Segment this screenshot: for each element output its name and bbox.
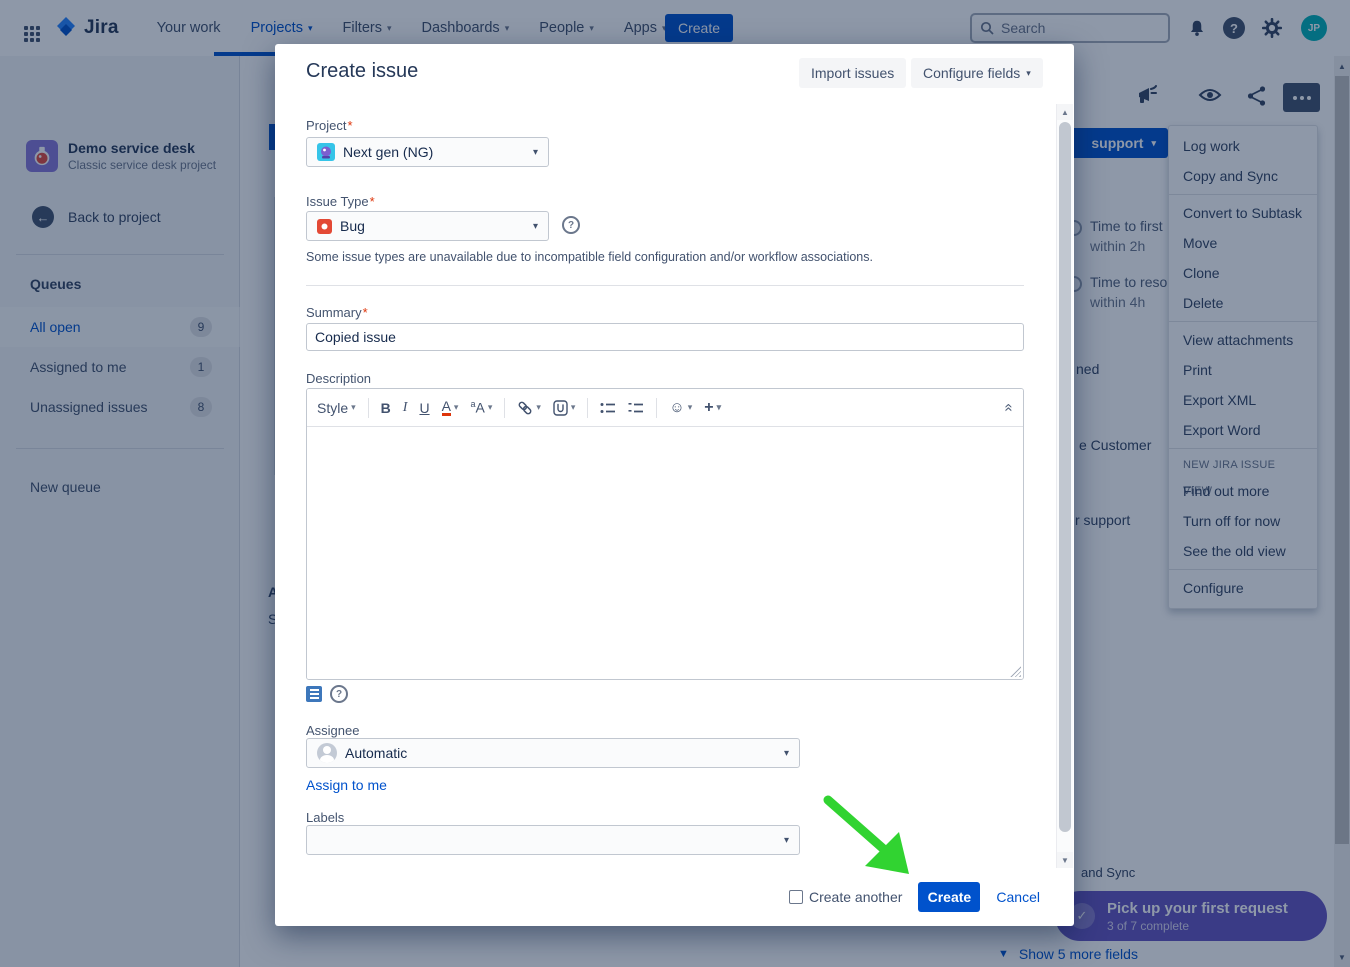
editor-toolbar: Style▾ B I U A▾ aA▾ ▾ ▾ bbox=[307, 389, 1023, 427]
dialog-scrollbar[interactable]: ▲ ▼ bbox=[1056, 104, 1073, 868]
description-help-icon[interactable]: ? bbox=[330, 685, 348, 703]
required-asterisk: * bbox=[347, 118, 352, 133]
assignee-select[interactable]: Automatic ▾ bbox=[306, 738, 800, 768]
chevron-down-icon: ▾ bbox=[784, 748, 789, 759]
project-avatar-icon bbox=[317, 143, 335, 161]
issue-type-field-label: Issue Type* bbox=[306, 194, 375, 209]
cancel-link[interactable]: Cancel bbox=[996, 889, 1040, 905]
assignee-avatar-icon bbox=[317, 743, 337, 763]
bug-icon bbox=[317, 219, 332, 234]
emoji-button[interactable]: ☺▾ bbox=[669, 399, 692, 416]
text-color-button[interactable]: A▾ bbox=[442, 399, 459, 416]
underline-button[interactable]: U bbox=[419, 400, 429, 416]
dialog-title: Create issue bbox=[306, 60, 418, 83]
description-editor: Style▾ B I U A▾ aA▾ ▾ ▾ bbox=[306, 388, 1024, 680]
assign-to-me-link[interactable]: Assign to me bbox=[306, 777, 387, 793]
scrollbar-thumb[interactable] bbox=[1059, 122, 1071, 832]
assignee-field-label: Assignee bbox=[306, 723, 359, 738]
jira-app: Jira Your work Projects▾ Filters▾ Dashbo… bbox=[0, 0, 1350, 967]
configure-fields-button[interactable]: Configure fields▾ bbox=[911, 58, 1043, 88]
issue-type-note: Some issue types are unavailable due to … bbox=[306, 250, 873, 264]
italic-button[interactable]: I bbox=[403, 400, 408, 416]
summary-field-label: Summary* bbox=[306, 305, 368, 320]
issue-type-select[interactable]: Bug ▾ bbox=[306, 211, 549, 241]
collapse-toolbar-icon[interactable]: « bbox=[1000, 403, 1017, 411]
chevron-down-icon: ▾ bbox=[784, 835, 789, 846]
summary-input[interactable] bbox=[306, 323, 1024, 351]
text-size-button[interactable]: aA▾ bbox=[470, 399, 492, 416]
link-button[interactable]: ▾ bbox=[517, 400, 541, 416]
create-another-checkbox[interactable] bbox=[789, 890, 803, 904]
insert-more-button[interactable]: +▾ bbox=[704, 399, 721, 417]
numbered-list-button[interactable] bbox=[628, 401, 644, 415]
description-textarea[interactable] bbox=[307, 427, 1023, 680]
wiki-markup-icon[interactable] bbox=[306, 686, 322, 702]
create-issue-dialog: Create issue Import issues Configure fie… bbox=[275, 44, 1074, 926]
required-asterisk: * bbox=[370, 194, 375, 209]
import-issues-button[interactable]: Import issues bbox=[799, 58, 906, 88]
chevron-down-icon: ▾ bbox=[533, 221, 538, 232]
issue-type-help-icon[interactable]: ? bbox=[562, 216, 580, 234]
project-select[interactable]: Next gen (NG) ▾ bbox=[306, 137, 549, 167]
divider bbox=[306, 285, 1024, 286]
chevron-down-icon: ▾ bbox=[533, 147, 538, 158]
description-field-label: Description bbox=[306, 371, 371, 386]
chevron-down-icon: ▾ bbox=[1026, 68, 1031, 79]
bullet-list-button[interactable] bbox=[600, 401, 616, 415]
dialog-footer: Create another Create Cancel bbox=[275, 868, 1074, 926]
scroll-up-arrow[interactable]: ▲ bbox=[1057, 104, 1073, 120]
attachment-button[interactable]: ▾ bbox=[553, 400, 576, 416]
bold-button[interactable]: B bbox=[381, 400, 391, 416]
labels-select[interactable]: ▾ bbox=[306, 825, 800, 855]
required-asterisk: * bbox=[363, 305, 368, 320]
labels-field-label: Labels bbox=[306, 810, 344, 825]
style-dropdown[interactable]: Style▾ bbox=[317, 400, 356, 416]
scroll-down-arrow[interactable]: ▼ bbox=[1057, 852, 1073, 868]
project-field-label: Project* bbox=[306, 118, 353, 133]
create-button[interactable]: Create bbox=[918, 882, 980, 912]
create-another-label: Create another bbox=[809, 889, 902, 905]
